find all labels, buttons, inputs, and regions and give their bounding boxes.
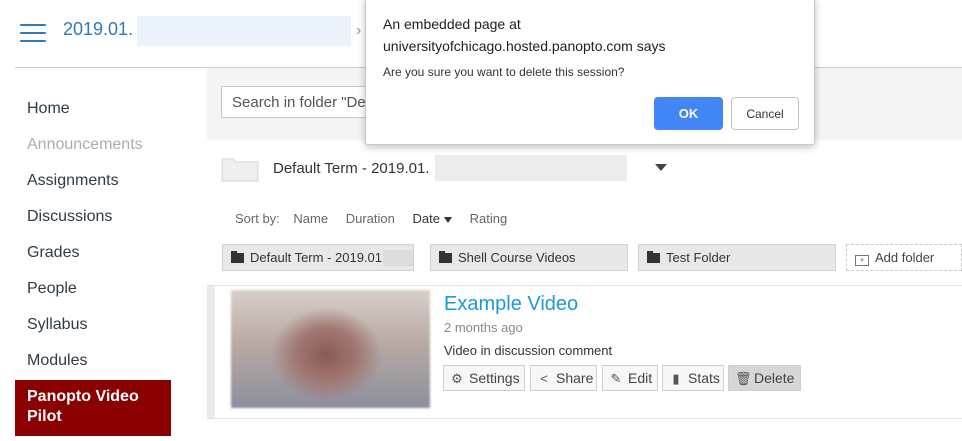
nav-item-people[interactable]: People [27,280,77,298]
video-title-link[interactable]: Example Video [444,293,578,316]
sort-option-name[interactable]: Name [293,211,328,226]
sort-option-date[interactable]: Date [413,211,452,226]
pencil-icon: ✎ [610,371,622,386]
nav-item-discussions[interactable]: Discussions [27,208,112,226]
course-title-link[interactable]: 2019.01. [63,19,133,40]
nav-item-assignments[interactable]: Assignments [27,172,119,190]
trash-icon: 🗑 [735,371,752,386]
bar-chart-icon: ▮ [672,371,680,386]
sort-label: Sort by: [235,211,280,226]
stats-label: Stats [688,370,720,386]
redacted-subfolder-name [383,250,413,266]
sort-option-rating[interactable]: Rating [470,211,508,226]
current-folder-name: Default Term - 2019.01. [273,160,430,177]
subfolder-shell-course-videos[interactable]: Shell Course Videos [430,244,628,271]
dialog-title-line2: universityofchicago.hosted.panopto.com s… [383,38,666,54]
folder-icon [647,251,660,263]
subfolder-label: Test Folder [666,250,731,265]
ok-button[interactable]: OK [654,97,723,130]
nav-item-panopto-video-pilot[interactable]: Panopto Video Pilot [15,380,171,436]
redacted-folder-name [435,155,627,181]
settings-label: Settings [469,370,520,386]
subfolder-default-term[interactable]: Default Term - 2019.01. [222,244,414,271]
delete-button[interactable]: 🗑 Delete [728,365,801,391]
share-label: Share [556,370,594,386]
session-row-bottom-divider [207,418,962,419]
folder-icon [231,251,244,263]
edit-button[interactable]: ✎ Edit [602,365,658,391]
add-folder-button[interactable]: + Add folder [846,244,962,271]
cancel-button[interactable]: Cancel [731,97,799,130]
edit-label: Edit [628,370,653,386]
folder-dropdown-caret-icon[interactable] [655,164,667,171]
folder-icon [439,251,452,263]
session-row-indicator [207,286,215,418]
subfolder-test-folder[interactable]: Test Folder [638,244,836,271]
nav-item-modules[interactable]: Modules [27,352,87,370]
redacted-course-name [137,16,351,46]
share-icon: < [540,371,548,386]
nav-item-announcements[interactable]: Announcements [27,136,143,154]
delete-label: Delete [754,370,795,386]
stats-button[interactable]: ▮ Stats [662,365,724,391]
sort-bar: Sort by: Name Duration Date Rating [235,211,521,226]
add-folder-label: Add folder [875,250,935,265]
nav-item-grades[interactable]: Grades [27,244,79,262]
dialog-title: An embedded page at universityofchicago.… [383,13,803,57]
video-description: Video in discussion comment [444,343,613,358]
dialog-title-line1: An embedded page at [383,16,521,32]
nav-item-home[interactable]: Home [27,100,70,118]
video-date: 2 months ago [444,320,523,335]
nav-item-syllabus[interactable]: Syllabus [27,316,87,334]
dialog-message: Are you sure you want to delete this ses… [383,65,625,79]
gear-icon: ⚙ [451,371,463,386]
subfolder-label: Shell Course Videos [458,250,576,265]
sort-option-date-label: Date [412,211,440,226]
video-thumbnail[interactable] [231,290,430,408]
sort-descending-icon [443,216,452,223]
confirm-dialog: An embedded page at universityofchicago.… [365,0,815,145]
subfolder-label: Default Term - 2019.01. [250,250,386,265]
menu-hamburger-icon[interactable] [20,24,46,42]
session-row-divider [207,285,962,286]
add-folder-icon: + [855,255,869,266]
folder-icon [221,158,259,182]
settings-button[interactable]: ⚙ Settings [443,365,525,391]
share-button[interactable]: < Share [530,365,597,391]
breadcrumb-separator: › [356,22,362,39]
sort-option-duration[interactable]: Duration [346,211,395,226]
